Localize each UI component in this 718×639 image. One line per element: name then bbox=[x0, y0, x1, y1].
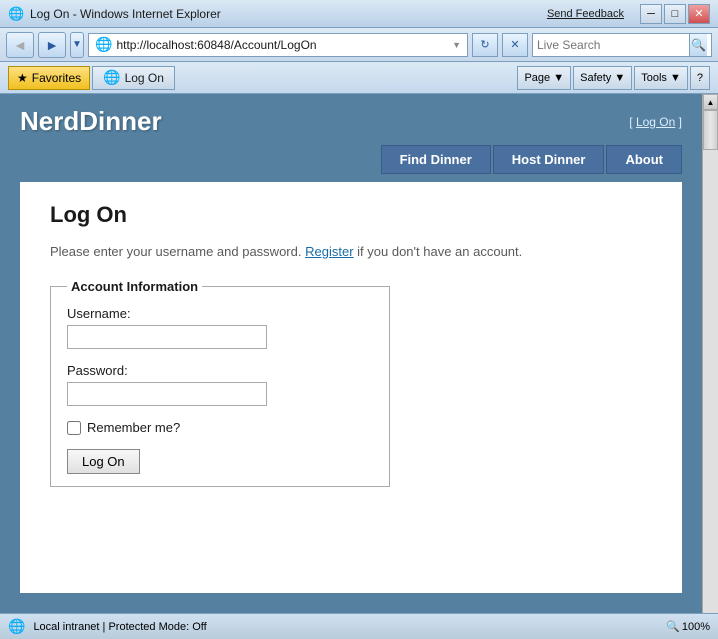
scroll-up-button[interactable]: ▲ bbox=[703, 94, 718, 110]
zoom-label: 100% bbox=[682, 621, 710, 633]
header-login-link[interactable]: Log On bbox=[636, 115, 675, 129]
intro-prefix: Please enter your username and password. bbox=[50, 244, 301, 259]
tab-label: Log On bbox=[125, 71, 164, 85]
browser-tab[interactable]: 🌐 Log On bbox=[92, 66, 175, 90]
browser-content: NerdDinner [ Log On ] Find Dinner Host D… bbox=[0, 94, 702, 613]
tools-button[interactable]: Tools ▼ bbox=[634, 66, 688, 90]
star-icon: ★ bbox=[17, 71, 28, 85]
favorites-button[interactable]: ★ Favorites bbox=[8, 66, 90, 90]
address-icon: 🌐 bbox=[95, 36, 112, 53]
about-button[interactable]: About bbox=[606, 145, 682, 174]
address-input[interactable] bbox=[116, 38, 452, 52]
window-title: Log On - Windows Internet Explorer bbox=[30, 7, 221, 21]
register-link[interactable]: Register bbox=[305, 244, 353, 259]
header-bracket-open: [ bbox=[629, 115, 636, 129]
status-text: Local intranet | Protected Mode: Off bbox=[33, 621, 658, 633]
scroll-thumb[interactable] bbox=[703, 110, 718, 150]
toolbar: ★ Favorites 🌐 Log On Page ▼ Safety ▼ Too… bbox=[0, 62, 718, 94]
tab-icon: 🌐 bbox=[103, 69, 120, 86]
forward-button[interactable]: ► bbox=[38, 32, 66, 58]
header-bracket-close: ] bbox=[675, 115, 682, 129]
password-label: Password: bbox=[67, 363, 373, 378]
login-submit-button[interactable]: Log On bbox=[67, 449, 140, 474]
address-bar: ◄ ► ▼ 🌐 ▼ ↻ ✕ 🔍 bbox=[0, 28, 718, 62]
dropdown-icon: ▼ bbox=[452, 40, 461, 50]
live-search-wrap: 🔍 bbox=[532, 33, 712, 57]
find-dinner-button[interactable]: Find Dinner bbox=[381, 145, 491, 174]
remember-me-label: Remember me? bbox=[87, 420, 180, 435]
title-bar-right-group: Send Feedback ─ □ ✕ bbox=[547, 4, 710, 24]
nd-logo: NerdDinner bbox=[20, 106, 162, 137]
nd-main-content: Log On Please enter your username and pa… bbox=[20, 182, 682, 593]
help-button[interactable]: ? bbox=[690, 66, 710, 90]
live-search-input[interactable] bbox=[537, 38, 689, 52]
nd-header: NerdDinner [ Log On ] bbox=[0, 94, 702, 137]
nd-nav: Find Dinner Host Dinner About bbox=[0, 137, 702, 182]
zoom-button[interactable]: 🔍 100% bbox=[666, 620, 710, 633]
browser-content-wrap: NerdDinner [ Log On ] Find Dinner Host D… bbox=[0, 94, 718, 613]
safety-label: Safety ▼ bbox=[580, 72, 625, 84]
close-button[interactable]: ✕ bbox=[688, 4, 710, 24]
title-bar-left: 🌐 Log On - Windows Internet Explorer bbox=[8, 6, 221, 22]
nd-intro-text: Please enter your username and password.… bbox=[50, 244, 652, 259]
password-input[interactable] bbox=[67, 382, 267, 406]
toolbar-right: Page ▼ Safety ▼ Tools ▼ ? bbox=[517, 66, 710, 90]
recent-pages-button[interactable]: ▼ bbox=[70, 32, 84, 58]
account-info-fieldset: Account Information Username: Password: … bbox=[50, 279, 390, 487]
password-field: Password: bbox=[67, 363, 373, 406]
minimize-button[interactable]: ─ bbox=[640, 4, 662, 24]
favorites-label: Favorites bbox=[32, 71, 81, 85]
username-label: Username: bbox=[67, 306, 373, 321]
maximize-button[interactable]: □ bbox=[664, 4, 686, 24]
host-dinner-button[interactable]: Host Dinner bbox=[493, 145, 605, 174]
nd-header-right: [ Log On ] bbox=[629, 115, 682, 129]
fieldset-legend: Account Information bbox=[67, 279, 202, 294]
address-input-wrap: 🌐 ▼ bbox=[88, 33, 468, 57]
stop-button[interactable]: ✕ bbox=[502, 33, 528, 57]
safety-button[interactable]: Safety ▼ bbox=[573, 66, 632, 90]
ie-icon: 🌐 bbox=[8, 6, 24, 22]
tools-label: Tools ▼ bbox=[641, 72, 681, 84]
page-label: Page ▼ bbox=[524, 72, 564, 84]
username-input[interactable] bbox=[67, 325, 267, 349]
refresh-button[interactable]: ↻ bbox=[472, 33, 498, 57]
intro-suffix: if you don't have an account. bbox=[357, 244, 522, 259]
page-button[interactable]: Page ▼ bbox=[517, 66, 571, 90]
status-bar: 🌐 Local intranet | Protected Mode: Off 🔍… bbox=[0, 613, 718, 639]
back-button[interactable]: ◄ bbox=[6, 32, 34, 58]
scrollbar-vertical[interactable]: ▲ bbox=[702, 94, 718, 613]
zoom-icon: 🔍 bbox=[666, 620, 680, 633]
help-label: ? bbox=[697, 72, 703, 84]
live-search-button[interactable]: 🔍 bbox=[689, 34, 707, 56]
remember-me-row: Remember me? bbox=[67, 420, 373, 435]
send-feedback-link[interactable]: Send Feedback bbox=[547, 8, 624, 20]
remember-me-checkbox[interactable] bbox=[67, 421, 81, 435]
window-controls: ─ □ ✕ bbox=[640, 4, 710, 24]
status-icon: 🌐 bbox=[8, 618, 25, 635]
nerddinner-page: NerdDinner [ Log On ] Find Dinner Host D… bbox=[0, 94, 702, 613]
page-title: Log On bbox=[50, 202, 652, 228]
username-field: Username: bbox=[67, 306, 373, 349]
title-bar: 🌐 Log On - Windows Internet Explorer Sen… bbox=[0, 0, 718, 28]
